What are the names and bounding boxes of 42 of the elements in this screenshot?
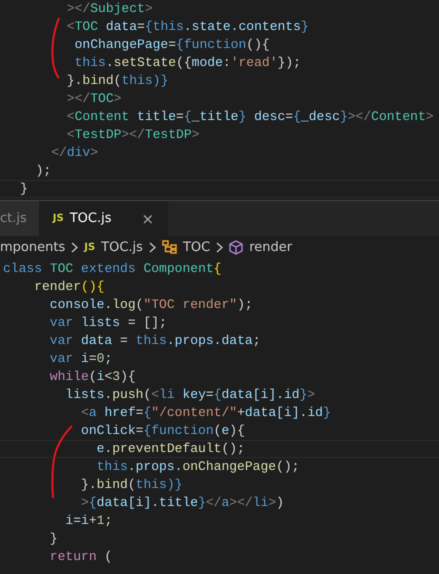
code-line: e.preventDefault(); <box>0 440 439 458</box>
code-line: } <box>0 180 439 198</box>
code-line: }.bind(this)} <box>80 476 184 494</box>
js-file-icon: JS <box>84 242 96 252</box>
code-line: console.log("TOC render"); <box>48 296 254 314</box>
breadcrumb-item[interactable]: TOC <box>182 240 210 254</box>
code-line: this.props.onChangePage(); <box>96 458 300 476</box>
code-line: <a href={"/content/"+data[i].id} <box>80 404 332 422</box>
chevron-icon <box>216 242 224 252</box>
code-line: lists.push(<li key={data[i].id}> <box>64 386 316 404</box>
chevron-icon <box>71 242 78 252</box>
annotation-mark <box>51 18 60 79</box>
code-line: return ( <box>48 548 114 566</box>
code-line: render(){ <box>33 278 106 296</box>
code-line: i=i+1; <box>64 512 114 530</box>
code-line: >{data[i].title}</a></li>) <box>80 494 285 512</box>
editor-tab[interactable]: ct.js <box>0 201 39 236</box>
code-line: this.setState({mode:'read'}); <box>74 54 302 72</box>
code-line: var data = this.props.data; <box>48 332 262 350</box>
code-line: <Content title={_title} desc={_desc}></Content> <box>66 108 435 126</box>
code-line: onClick={function(e){ <box>80 422 246 440</box>
editor-tab[interactable]: JS TOC.js × <box>38 201 168 236</box>
close-icon[interactable]: × <box>141 210 154 228</box>
code-line: while(i<3){ <box>48 368 137 386</box>
class-icon <box>162 240 177 254</box>
code-line: <TOC data={this.state.contents} <box>66 18 310 36</box>
code-line: ); <box>34 162 52 180</box>
code-line: onChangePage={function(){ <box>74 36 271 54</box>
code-line: }.bind(this)} <box>66 72 170 90</box>
code-line: class TOC extends Component{ <box>3 260 222 278</box>
cube-icon <box>229 240 244 254</box>
code-line: var lists = []; <box>48 314 168 332</box>
code-line: } <box>48 530 59 548</box>
breadcrumb-item[interactable]: mponents <box>0 240 66 254</box>
code-line: ></Subject> <box>66 0 154 18</box>
breadcrumb-item[interactable]: TOC.js <box>101 240 143 254</box>
code-line: ></TOC> <box>66 90 122 108</box>
chevron-icon <box>148 242 156 252</box>
code-line: <TestDP></TestDP> <box>66 126 200 144</box>
code-line: </div> <box>50 144 100 162</box>
code-line: var i=0; <box>48 350 114 368</box>
breadcrumb-item[interactable]: render <box>249 240 292 254</box>
